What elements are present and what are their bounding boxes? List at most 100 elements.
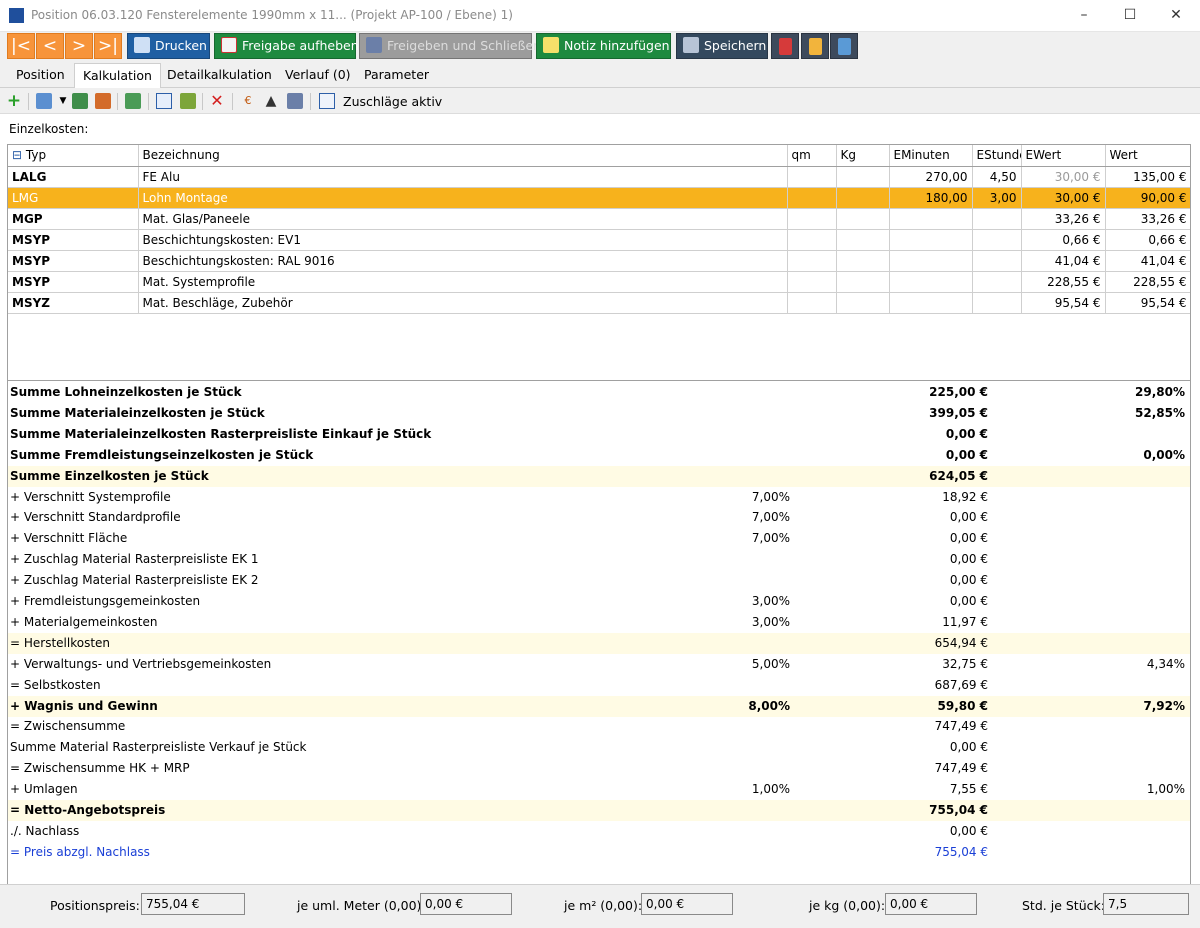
cell-bezeichnung[interactable]: Mat. Glas/Paneele <box>138 208 788 230</box>
cell-estunde[interactable] <box>972 208 1022 230</box>
cell-ewert[interactable]: 30,00 € <box>1021 187 1106 209</box>
cell-bezeichnung[interactable]: Mat. Beschläge, Zubehör <box>138 292 788 314</box>
cell-ewert[interactable]: 228,55 € <box>1021 271 1106 293</box>
table-row[interactable]: MSYP Mat. Systemprofile 228,55 € 228,55 … <box>8 271 1190 293</box>
table-edit-icon[interactable] <box>95 93 111 109</box>
cell-qm[interactable] <box>787 166 837 188</box>
cell-kg[interactable] <box>836 229 890 251</box>
cell-ewert[interactable]: 0,66 € <box>1021 229 1106 251</box>
per-kg-field[interactable]: 0,00 € <box>885 893 977 915</box>
surcharges-active-toggle[interactable]: Zuschläge aktiv <box>343 94 442 109</box>
tab-detailkalkulation[interactable]: Detailkalkulation <box>167 67 272 82</box>
tab-parameter[interactable]: Parameter <box>364 67 429 82</box>
cell-estunde[interactable] <box>972 292 1022 314</box>
cell-kg[interactable] <box>836 250 890 272</box>
table-row[interactable]: MSYP Beschichtungskosten: EV1 0,66 € 0,6… <box>8 229 1190 251</box>
cell-kg[interactable] <box>836 187 890 209</box>
cell-wert[interactable]: 0,66 € <box>1105 229 1190 251</box>
save-button[interactable]: Speichern <box>676 33 768 59</box>
delete-x-icon[interactable]: ✕ <box>209 93 225 109</box>
cell-typ[interactable]: MSYP <box>8 250 139 272</box>
minimize-button[interactable]: – <box>1061 0 1107 31</box>
cell-bezeichnung[interactable]: Lohn Montage <box>138 187 788 209</box>
cell-ewert[interactable]: 95,54 € <box>1021 292 1106 314</box>
previous-record-button[interactable]: < <box>36 33 64 59</box>
cell-eminuten[interactable] <box>889 292 973 314</box>
per-m2-field[interactable]: 0,00 € <box>641 893 733 915</box>
plus-icon[interactable]: + <box>6 93 22 110</box>
cell-estunde[interactable]: 3,00 <box>972 187 1022 209</box>
archive-button[interactable] <box>771 33 799 59</box>
per-meter-field[interactable]: 0,00 € <box>420 893 512 915</box>
column-header-ewert[interactable]: EWert <box>1021 145 1106 167</box>
cell-wert[interactable]: 228,55 € <box>1105 271 1190 293</box>
copy-icon[interactable] <box>156 93 172 109</box>
export-button[interactable] <box>830 33 858 59</box>
tab-position[interactable]: Position <box>16 67 65 82</box>
cell-wert[interactable]: 95,54 € <box>1105 292 1190 314</box>
cell-typ[interactable]: MSYP <box>8 229 139 251</box>
cell-bezeichnung[interactable]: FE Alu <box>138 166 788 188</box>
cell-qm[interactable] <box>787 208 837 230</box>
position-price-field[interactable]: 755,04 € <box>141 893 245 915</box>
table-row[interactable]: MSYZ Mat. Beschläge, Zubehör 95,54 € 95,… <box>8 292 1190 314</box>
cell-qm[interactable] <box>787 292 837 314</box>
cell-estunde[interactable] <box>972 271 1022 293</box>
cell-kg[interactable] <box>836 166 890 188</box>
table-row[interactable]: MGP Mat. Glas/Paneele 33,26 € 33,26 € <box>8 208 1190 230</box>
paste-icon[interactable] <box>180 93 196 109</box>
cell-wert[interactable]: 135,00 € <box>1105 166 1190 188</box>
cell-estunde[interactable]: 4,50 <box>972 166 1022 188</box>
cell-typ[interactable]: MGP <box>8 208 139 230</box>
cell-qm[interactable] <box>787 271 837 293</box>
cell-qm[interactable] <box>787 250 837 272</box>
hours-per-piece-field[interactable]: 7,5 <box>1103 893 1189 915</box>
documents-button[interactable] <box>801 33 829 59</box>
cell-bezeichnung[interactable]: Mat. Systemprofile <box>138 271 788 293</box>
cell-eminuten[interactable] <box>889 250 973 272</box>
cell-wert[interactable]: 90,00 € <box>1105 187 1190 209</box>
first-record-button[interactable]: |< <box>7 33 35 59</box>
tab-kalkulation[interactable]: Kalkulation <box>74 63 161 89</box>
cell-eminuten[interactable]: 270,00 <box>889 166 973 188</box>
cell-typ[interactable]: MSYP <box>8 271 139 293</box>
cell-eminuten[interactable] <box>889 208 973 230</box>
lock-icon[interactable]: ▲ <box>263 93 279 109</box>
print-button[interactable]: Drucken <box>127 33 210 59</box>
column-header-kg[interactable]: Kg <box>836 145 890 167</box>
cell-kg[interactable] <box>836 292 890 314</box>
column-header-bezeichnung[interactable]: Bezeichnung <box>138 145 788 167</box>
cell-ewert[interactable]: 33,26 € <box>1021 208 1106 230</box>
cell-eminuten[interactable]: 180,00 <box>889 187 973 209</box>
euro-icon[interactable]: € <box>240 93 256 109</box>
column-header-eminuten[interactable]: EMinuten <box>889 145 973 167</box>
column-header-wert[interactable]: Wert <box>1105 145 1190 167</box>
cell-wert[interactable]: 41,04 € <box>1105 250 1190 272</box>
close-button[interactable]: ✕ <box>1153 0 1199 31</box>
cell-eminuten[interactable] <box>889 229 973 251</box>
cell-qm[interactable] <box>787 229 837 251</box>
next-record-button[interactable]: > <box>65 33 93 59</box>
tab-verlauf[interactable]: Verlauf (0) <box>285 67 351 82</box>
cell-kg[interactable] <box>836 208 890 230</box>
cell-wert[interactable]: 33,26 € <box>1105 208 1190 230</box>
cell-bezeichnung[interactable]: Beschichtungskosten: RAL 9016 <box>138 250 788 272</box>
cell-qm[interactable] <box>787 187 837 209</box>
table-row-selected[interactable]: LMG Lohn Montage 180,00 3,00 30,00 € 90,… <box>8 187 1190 209</box>
cell-ewert[interactable]: 30,00 € <box>1021 166 1106 188</box>
cell-kg[interactable] <box>836 271 890 293</box>
cell-typ[interactable]: MSYZ <box>8 292 139 314</box>
cell-typ[interactable]: LMG <box>8 187 139 209</box>
grid-icon[interactable] <box>125 93 141 109</box>
chevron-down-icon[interactable]: ▼ <box>55 93 71 109</box>
cell-estunde[interactable] <box>972 250 1022 272</box>
table-row[interactable]: LALG FE Alu 270,00 4,50 30,00 € 135,00 € <box>8 166 1190 188</box>
spreadsheet-icon[interactable] <box>319 93 335 109</box>
table-row[interactable]: MSYP Beschichtungskosten: RAL 9016 41,04… <box>8 250 1190 272</box>
cell-estunde[interactable] <box>972 229 1022 251</box>
collapse-icon[interactable]: ⊟ <box>12 148 22 162</box>
table-icon[interactable] <box>72 93 88 109</box>
cell-eminuten[interactable] <box>889 271 973 293</box>
column-header-estunde[interactable]: EStunde <box>972 145 1022 167</box>
column-header-typ[interactable]: ⊟ Typ <box>8 145 139 167</box>
